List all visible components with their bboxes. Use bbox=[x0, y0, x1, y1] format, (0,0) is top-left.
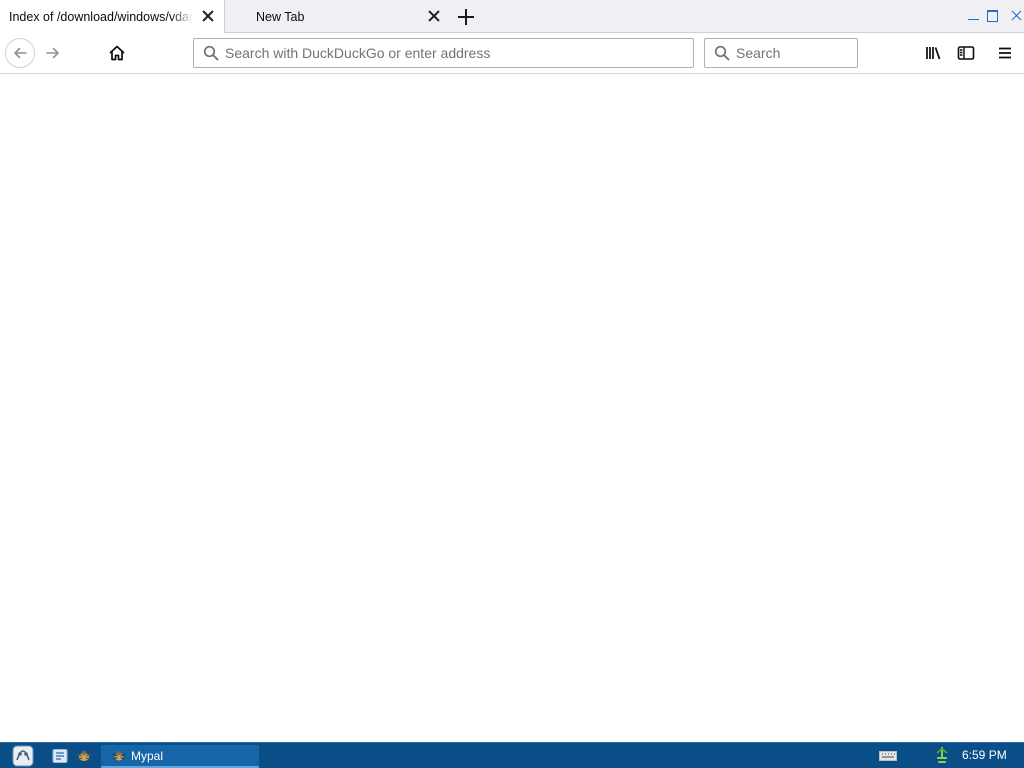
search-icon bbox=[714, 45, 730, 61]
browser-icon bbox=[52, 749, 68, 763]
start-menu-icon bbox=[12, 745, 34, 767]
mypal-icon bbox=[76, 750, 92, 761]
tab-strip: Index of /download/windows/vdag New Tab bbox=[0, 0, 1024, 34]
search-icon bbox=[203, 45, 219, 61]
search-input[interactable] bbox=[736, 39, 851, 67]
navigation-toolbar bbox=[0, 33, 1024, 74]
menu-icon bbox=[999, 47, 1011, 59]
new-tab-plus-icon[interactable] bbox=[458, 9, 474, 25]
taskbar: Mypal 6:59 PM bbox=[0, 742, 1024, 768]
tab-new-tab[interactable]: New Tab bbox=[226, 0, 450, 33]
tab-close-icon[interactable] bbox=[201, 9, 215, 23]
home-icon bbox=[109, 45, 125, 61]
back-arrow-icon bbox=[14, 47, 27, 59]
window-close-icon[interactable] bbox=[1010, 8, 1022, 22]
home-button[interactable] bbox=[102, 38, 132, 68]
tab-close-icon[interactable] bbox=[427, 9, 441, 23]
task-label: Mypal bbox=[131, 748, 164, 763]
maximize-icon[interactable] bbox=[986, 8, 998, 22]
tab-index-download[interactable]: Index of /download/windows/vdag bbox=[0, 0, 225, 34]
library-button[interactable] bbox=[920, 39, 948, 67]
tab-label: Index of /download/windows/vdag bbox=[9, 10, 193, 24]
keyboard-icon[interactable] bbox=[879, 751, 897, 761]
sidebars-icon bbox=[957, 46, 975, 60]
library-icon bbox=[926, 47, 941, 60]
tab-label: New Tab bbox=[256, 9, 305, 24]
minimize-icon[interactable] bbox=[968, 8, 980, 22]
taskbar-task-mypal[interactable]: Mypal bbox=[101, 745, 259, 768]
forward-button[interactable] bbox=[38, 38, 68, 68]
forward-arrow-icon bbox=[46, 47, 59, 59]
search-bar[interactable] bbox=[704, 38, 858, 68]
back-button[interactable] bbox=[5, 38, 35, 68]
start-button[interactable] bbox=[6, 744, 40, 768]
sidebars-button[interactable] bbox=[952, 39, 980, 67]
taskbar-clock[interactable]: 6:59 PM bbox=[962, 748, 1007, 762]
address-input[interactable] bbox=[225, 39, 685, 67]
quicklaunch-mypal[interactable] bbox=[75, 747, 93, 765]
network-icon[interactable] bbox=[934, 747, 950, 765]
address-bar[interactable] bbox=[193, 38, 694, 68]
menu-button[interactable] bbox=[991, 39, 1019, 67]
quicklaunch-browser[interactable] bbox=[51, 747, 69, 765]
mypal-icon bbox=[112, 750, 126, 760]
page-content bbox=[0, 75, 1024, 742]
